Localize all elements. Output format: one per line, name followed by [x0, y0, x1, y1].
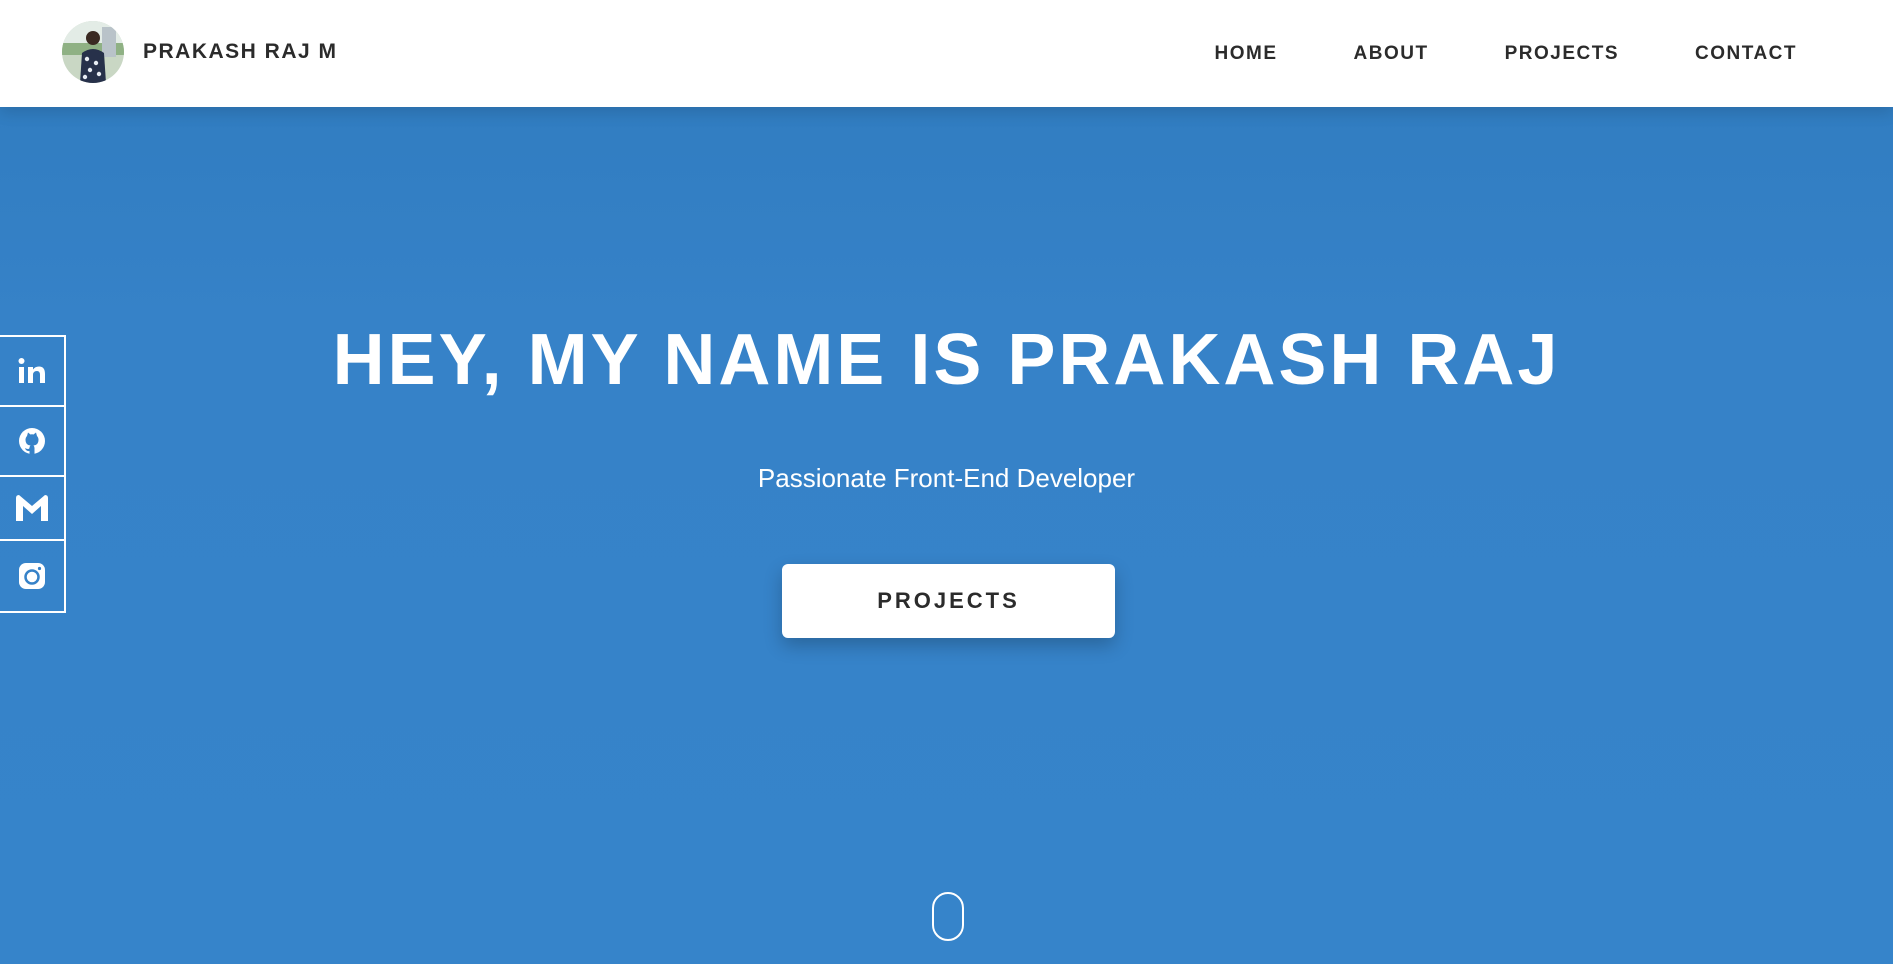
social-sidebar: [0, 335, 66, 613]
social-github-link[interactable]: [0, 407, 64, 477]
projects-button[interactable]: PROJECTS: [782, 564, 1115, 638]
main-nav: HOME ABOUT PROJECTS CONTACT: [1215, 0, 1797, 107]
hero-section: HEY, MY NAME IS PRAKASH RAJ Passionate F…: [0, 107, 1893, 964]
nav-contact[interactable]: CONTACT: [1695, 43, 1797, 65]
github-icon: [19, 428, 45, 454]
hero-subtitle: Passionate Front-End Developer: [757, 463, 1136, 493]
social-gmail-link[interactable]: [0, 477, 64, 541]
social-linkedin-link[interactable]: [0, 337, 64, 407]
nav-home[interactable]: HOME: [1215, 43, 1278, 65]
linkedin-icon: [18, 358, 45, 383]
brand-link[interactable]: PRAKASH RAJ M: [62, 21, 338, 83]
instagram-icon: [19, 563, 45, 589]
social-instagram-link[interactable]: [0, 541, 64, 611]
nav-about[interactable]: ABOUT: [1354, 43, 1429, 65]
avatar: [62, 21, 124, 83]
hero-title: HEY, MY NAME IS PRAKASH RAJ: [332, 320, 1561, 400]
scroll-down-icon[interactable]: [932, 892, 964, 941]
nav-projects[interactable]: PROJECTS: [1505, 43, 1619, 65]
site-header: PRAKASH RAJ M HOME ABOUT PROJECTS CONTAC…: [0, 0, 1893, 107]
gmail-icon: [16, 495, 48, 521]
brand-name: PRAKASH RAJ M: [143, 40, 338, 63]
avatar-photo-icon: [62, 21, 124, 83]
